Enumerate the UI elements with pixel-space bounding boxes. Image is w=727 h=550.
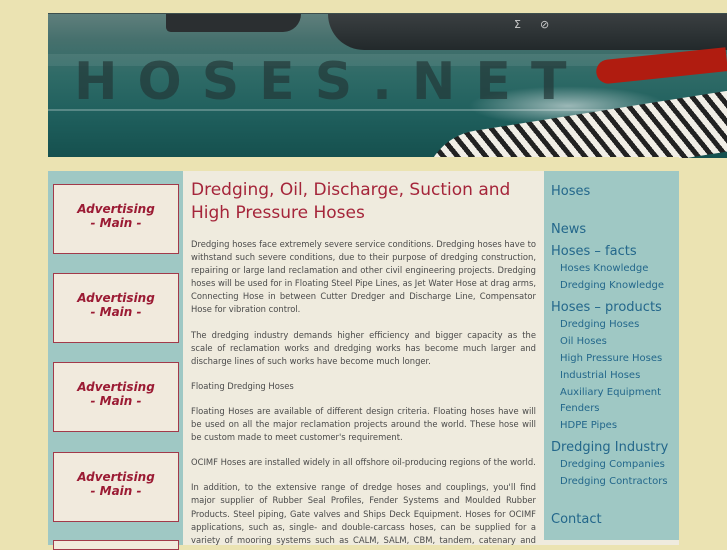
ad-label: Advertising [77,291,155,305]
ad-label: Advertising [77,470,155,484]
nav-dredging-hoses[interactable]: Dredging Hoses [560,319,639,330]
nav-contact[interactable]: Contact [551,512,602,527]
red-floating-hose [595,47,727,85]
article-paragraph: The dredging industry demands higher eff… [191,329,536,366]
nav-hoses-facts[interactable]: Hoses – facts [551,244,637,259]
page-title: Dredging, Oil, Discharge, Suction and Hi… [191,180,511,223]
nav-hoses[interactable]: Hoses [551,184,590,199]
nav-dredging-knowledge[interactable]: Dredging Knowledge [560,280,664,291]
nav-dredging-companies[interactable]: Dredging Companies [560,459,665,470]
nav-dredging-industry[interactable]: Dredging Industry [551,440,668,455]
header-banner: Σ ⊘ HOSES.NET [48,13,727,158]
nav-fenders[interactable]: Fenders [560,403,600,414]
nav-dredging-contractors[interactable]: Dredging Contractors [560,476,668,487]
ship-hull: Σ ⊘ [328,14,727,50]
ad-sublabel: - Main - [90,216,142,230]
nav-hoses-products[interactable]: Hoses – products [551,300,662,315]
nav-oil-hoses[interactable]: Oil Hoses [560,336,607,347]
nav-industrial-hoses[interactable]: Industrial Hoses [560,370,640,381]
nav-footer-strip [544,540,679,545]
main-content: Dredging, Oil, Discharge, Suction and Hi… [183,171,544,545]
article-paragraph: Floating Dredging Hoses [191,380,294,391]
ad-sublabel: - Main - [90,394,142,408]
ad-box[interactable]: Advertising - Main - [53,184,179,254]
ad-sublabel: - Main - [90,484,142,498]
nav-high-pressure-hoses[interactable]: High Pressure Hoses [560,353,662,364]
nav-hoses-knowledge[interactable]: Hoses Knowledge [560,263,648,274]
ad-sublabel: - Main - [90,305,142,319]
site-logo[interactable]: HOSES.NET [74,52,586,112]
nav-auxiliary-equipment[interactable]: Auxiliary Equipment [560,387,661,398]
header-divider [48,157,679,171]
article-paragraph: Floating Hoses are available of differen… [191,405,536,443]
ad-box[interactable]: Advertising - Main - [53,362,179,432]
article-paragraph: OCIMF Hoses are installed widely in all … [191,457,536,468]
hull-mark: ⊘ [540,18,550,31]
ad-box[interactable] [53,540,179,550]
ad-box[interactable]: Advertising - Main - [53,452,179,522]
article-paragraph: Dredging hoses face extremely severe ser… [191,239,536,315]
article-paragraph: In addition, to the extensive range of d… [191,482,536,545]
ad-label: Advertising [77,380,155,394]
ad-sidebar: Advertising - Main - Advertising - Main … [48,171,183,550]
nav-hdpe-pipes[interactable]: HDPE Pipes [560,420,617,431]
nav-news[interactable]: News [551,222,586,237]
ship-silhouette [166,14,301,32]
ad-box[interactable]: Advertising - Main - [53,273,179,343]
hull-mark: Σ [514,18,521,31]
ad-label: Advertising [77,202,155,216]
